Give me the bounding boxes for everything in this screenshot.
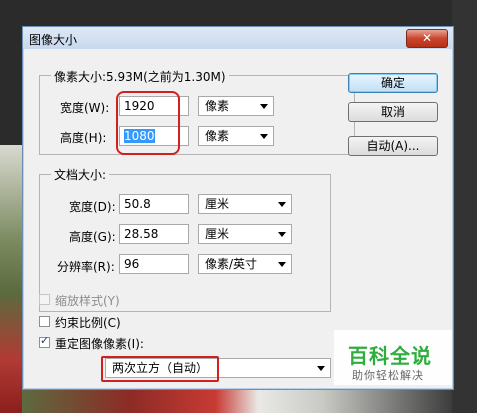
dialog-title: 图像大小 (29, 33, 78, 47)
background-right (452, 0, 477, 413)
resample-checkbox[interactable] (39, 334, 50, 348)
pixel-dimensions-title: 像素大小:5.93M(之前为1.30M) (51, 68, 229, 85)
chevron-down-icon (317, 366, 325, 371)
watermark: 百科全说 助你轻松解决 (334, 330, 452, 385)
pixel-width-label: 宽度(W): (60, 101, 110, 115)
chevron-down-icon (260, 134, 268, 139)
chevron-down-icon (278, 262, 286, 267)
scale-styles-label: 缩放样式(Y) (55, 294, 120, 308)
document-size-title: 文档大小: (51, 166, 110, 183)
close-button[interactable]: ✕ (406, 29, 448, 48)
dialog-titlebar[interactable]: 图像大小 ✕ (23, 27, 453, 49)
constrain-proportions-checkbox[interactable] (39, 316, 50, 327)
resolution-unit-select[interactable]: 像素/英寸 (198, 254, 292, 274)
doc-width-label: 宽度(D): (69, 200, 116, 214)
ok-button[interactable]: 确定 (348, 73, 438, 93)
pixel-width-unit-select[interactable]: 像素 (198, 96, 274, 116)
chevron-down-icon (260, 104, 268, 109)
cancel-button[interactable]: 取消 (348, 102, 438, 122)
doc-height-unit-select[interactable]: 厘米 (198, 224, 292, 244)
doc-height-label: 高度(G): (69, 230, 116, 244)
close-icon: ✕ (421, 31, 433, 45)
background-photo-left (0, 145, 22, 413)
resolution-label: 分辨率(R): (57, 260, 115, 274)
auto-button[interactable]: 自动(A)... (348, 136, 438, 156)
background-photo-bottom (22, 388, 452, 413)
doc-width-unit-select[interactable]: 厘米 (198, 194, 292, 214)
pixel-height-unit-select[interactable]: 像素 (198, 126, 274, 146)
annotation-highlight-pixel-fields (116, 91, 180, 155)
pixel-height-label: 高度(H): (60, 131, 107, 145)
scale-styles-checkbox[interactable] (39, 294, 50, 305)
constrain-proportions-label: 约束比例(C) (55, 316, 121, 330)
watermark-logo-text: 百科全说 (348, 344, 432, 368)
resolution-input[interactable]: 96 (119, 254, 189, 274)
chevron-down-icon (278, 232, 286, 237)
watermark-slogan: 助你轻松解决 (352, 369, 424, 382)
doc-width-input[interactable]: 50.8 (119, 194, 189, 214)
annotation-highlight-resample-method (101, 356, 219, 382)
resample-label: 重定图像像素(I): (55, 337, 144, 351)
doc-height-input[interactable]: 28.58 (119, 224, 189, 244)
chevron-down-icon (278, 202, 286, 207)
